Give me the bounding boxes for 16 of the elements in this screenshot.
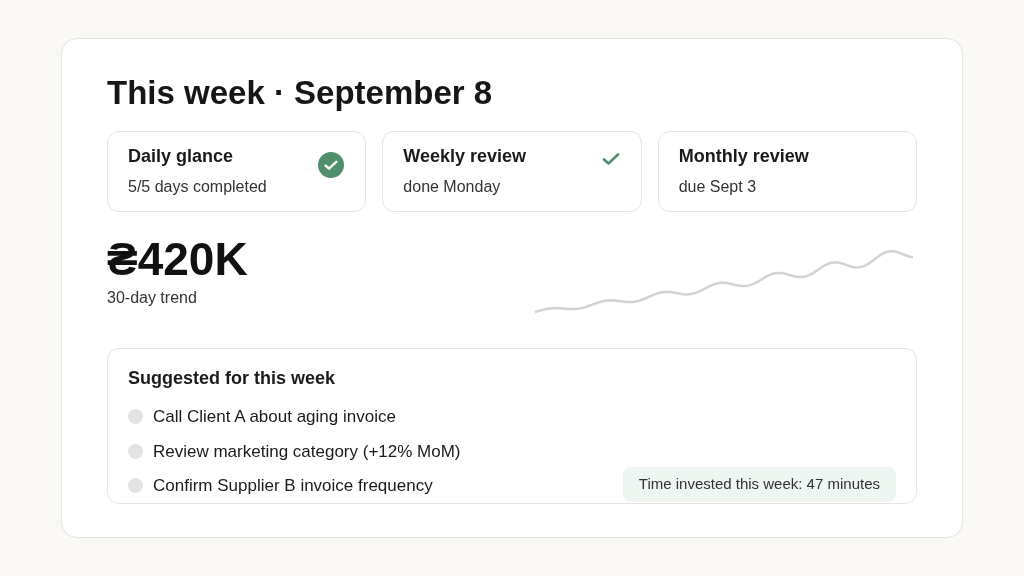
- suggestions-title: Suggested for this week: [128, 367, 337, 390]
- suggestion-text: Call Client A about aging invoice: [153, 406, 396, 428]
- review-detail: due Sept 3: [678, 177, 758, 197]
- page-title: This week · September 8: [107, 73, 494, 113]
- suggestion-text: Confirm Supplier B invoice frequency: [153, 475, 433, 497]
- check-icon: [600, 151, 621, 167]
- metric-value: ₴420K: [107, 232, 248, 286]
- review-title: Weekly review: [403, 145, 527, 168]
- review-title: Daily glance: [128, 145, 235, 168]
- metric-caption: 30-day trend: [107, 288, 198, 308]
- check-circle-icon: [317, 151, 346, 179]
- suggestion-text: Review marketing category (+12% MoM): [153, 440, 461, 463]
- review-detail: 5/5 days completed: [128, 177, 267, 197]
- time-note: Time invested this week: 47 minutes: [622, 467, 896, 502]
- review-detail: done Monday: [403, 177, 502, 197]
- review-title: Monthly review: [678, 145, 809, 168]
